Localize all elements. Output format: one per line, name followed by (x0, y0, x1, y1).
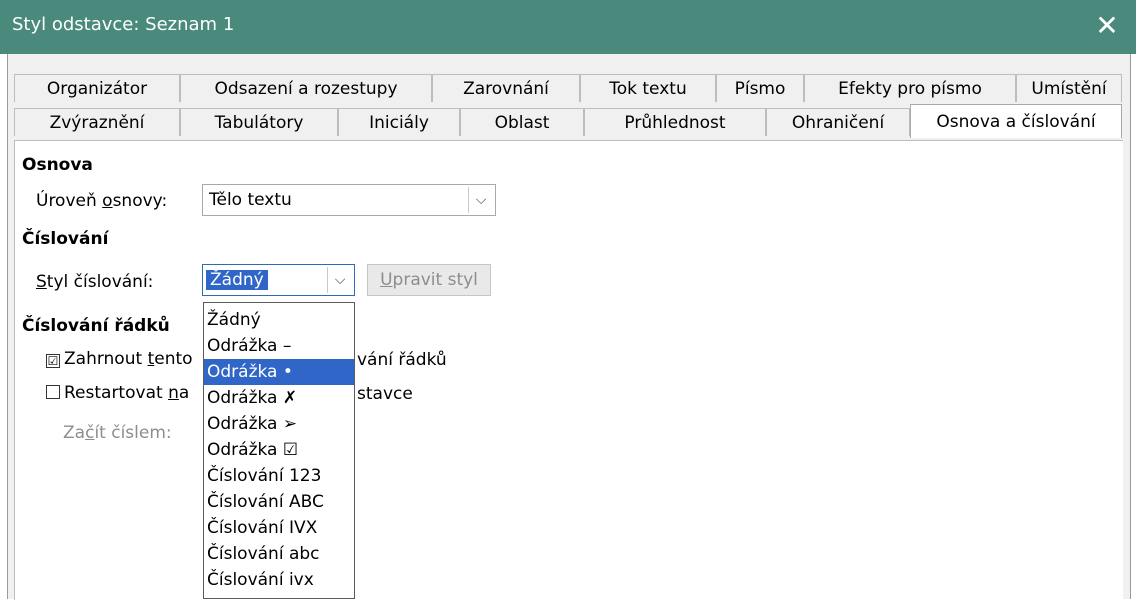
include-line-numbering-checkbox[interactable]: ☑ Zahrnout tento (46, 349, 193, 369)
checkbox-empty-icon[interactable] (46, 385, 60, 399)
close-icon[interactable]: ✕ (1088, 6, 1126, 46)
option-odrazka-krizek[interactable]: Odrážka ✗ (204, 385, 354, 411)
include-label-tail: vání řádků (357, 350, 447, 370)
option-odrazka-zaskrtnuti[interactable]: Odrážka ☑ (204, 437, 354, 463)
option-cislovani-abc-lower[interactable]: Číslování abc (204, 541, 354, 567)
dialog-window: Styl odstavce: Seznam 1 ✕ Organizátor Od… (0, 0, 1136, 600)
tab-inicialy[interactable]: Iniciály (338, 108, 460, 136)
outline-level-label: Úroveň osnovy: (36, 191, 168, 211)
tab-panel (14, 140, 1123, 600)
tab-pismo[interactable]: Písmo (716, 74, 804, 102)
option-cislovani-ivx-upper[interactable]: Číslování IVX (204, 515, 354, 541)
tab-zvyrazneni[interactable]: Zvýraznění (14, 108, 180, 136)
tab-tabulatory[interactable]: Tabulátory (180, 108, 338, 136)
outline-heading: Osnova (22, 155, 93, 175)
outline-level-select[interactable]: Tělo textu ⌵ (202, 184, 496, 216)
option-odrazka-pomlcka[interactable]: Odrážka – (204, 333, 354, 359)
edit-style-button[interactable]: Upravit styl (367, 264, 491, 296)
tab-umisteni[interactable]: Umístění (1016, 74, 1122, 102)
tab-ohraniceni[interactable]: Ohraničení (766, 108, 910, 136)
restart-label-tail: stavce (357, 384, 413, 404)
chevron-down-icon[interactable]: ⌵ (468, 187, 493, 213)
option-cislovani-123[interactable]: Číslování 123 (204, 463, 354, 489)
numbering-style-dropdown[interactable]: Žádný Odrážka – Odrážka • Odrážka ✗ Odrá… (203, 302, 355, 599)
tab-tok-textu[interactable]: Tok textu (580, 74, 716, 102)
outline-level-value: Tělo textu (209, 190, 292, 210)
line-numbering-heading: Číslování řádků (22, 316, 170, 336)
numbering-style-select[interactable]: Žádný ⌵ (202, 264, 355, 296)
tab-efekty[interactable]: Efekty pro písmo (804, 74, 1016, 102)
tab-organizator[interactable]: Organizátor (14, 74, 180, 102)
window-title: Styl odstavce: Seznam 1 (12, 14, 235, 35)
restart-numbering-checkbox[interactable]: Restartovat na (46, 383, 189, 403)
tab-odsazeni[interactable]: Odsazení a rozestupy (180, 74, 432, 102)
option-odrazka-sipka[interactable]: Odrážka ➢ (204, 411, 354, 437)
tab-oblast[interactable]: Oblast (460, 108, 584, 136)
numbering-heading: Číslování (22, 229, 109, 249)
tab-osnova-cislovani[interactable]: Osnova a číslování (910, 104, 1122, 138)
title-bar: Styl odstavce: Seznam 1 ✕ (0, 0, 1136, 54)
option-zadny[interactable]: Žádný (204, 307, 354, 333)
numbering-style-label: Styl číslování: (36, 272, 154, 292)
chevron-down-icon[interactable]: ⌵ (327, 267, 352, 293)
tab-pruhlednost[interactable]: Průhlednost (584, 108, 766, 136)
start-number-label: Začít číslem: (63, 423, 172, 443)
option-odrazka-tecka[interactable]: Odrážka • (204, 359, 354, 385)
option-cislovani-abc-upper[interactable]: Číslování ABC (204, 489, 354, 515)
numbering-style-value: Žádný (205, 269, 269, 291)
tab-zarovnani[interactable]: Zarovnání (432, 74, 580, 102)
check-icon[interactable]: ☑ (46, 354, 60, 368)
option-cislovani-ivx-lower[interactable]: Číslování ivx (204, 567, 354, 593)
